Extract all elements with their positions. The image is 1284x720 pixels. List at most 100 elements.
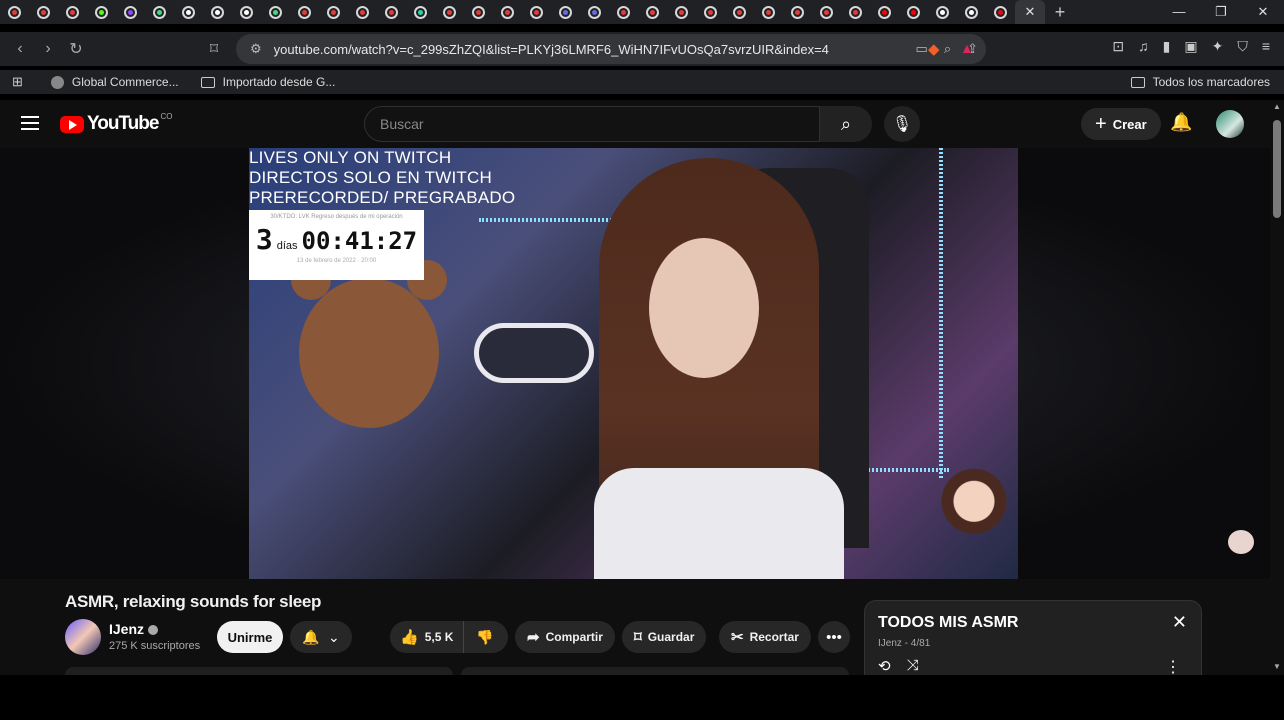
channel-name-row[interactable]: IJenz — [109, 621, 159, 637]
browser-tab[interactable] — [870, 0, 899, 24]
video-frame[interactable]: LIVES ONLY ON TWITCH DIRECTOS SOLO EN TW… — [249, 148, 1018, 579]
close-playlist-icon[interactable]: ✕ — [1172, 612, 1187, 633]
search-button[interactable]: ⌕ — [820, 106, 872, 142]
bookmark-imported[interactable]: Importado desde G... — [200, 75, 336, 89]
browser-tab[interactable] — [522, 0, 551, 24]
address-bar[interactable]: ⚙ youtube.com/watch?v=c_299sZhZQI&list=P… — [236, 34, 986, 64]
browser-tab[interactable] — [58, 0, 87, 24]
subscription-bell-button[interactable]: 🔔 ⌄ — [290, 621, 352, 653]
all-bookmarks[interactable]: Todos los marcadores — [1130, 75, 1270, 89]
tab-favicon-icon — [240, 5, 253, 19]
close-window-icon[interactable]: ✕ — [1242, 4, 1284, 20]
verified-icon — [148, 625, 159, 636]
new-tab-button[interactable]: + — [1045, 2, 1075, 23]
browser-tab[interactable] — [812, 0, 841, 24]
browser-tab[interactable] — [348, 0, 377, 24]
channel-avatar[interactable] — [65, 619, 101, 655]
scrollbar-thumb[interactable] — [1273, 120, 1281, 218]
browser-tab[interactable] — [319, 0, 348, 24]
active-tab[interactable]: ✕ — [1015, 0, 1045, 24]
browser-tab[interactable] — [290, 0, 319, 24]
bookmark-label: Importado desde G... — [222, 75, 336, 89]
save-button[interactable]: ⌑ Guardar — [622, 621, 707, 653]
scroll-down-icon[interactable]: ▼ — [1273, 662, 1281, 671]
create-button[interactable]: + Crear — [1081, 108, 1161, 140]
clip-button[interactable]: ✂ Recortar — [719, 621, 811, 653]
url-text[interactable]: youtube.com/watch?v=c_299sZhZQI&list=PLK… — [274, 42, 908, 57]
browser-tab[interactable] — [29, 0, 58, 24]
cast-icon[interactable]: ▭ — [916, 41, 928, 57]
wallet-icon[interactable]: ▣ — [1184, 38, 1197, 55]
browser-tab[interactable] — [957, 0, 986, 24]
browser-tab[interactable] — [928, 0, 957, 24]
browser-tab[interactable] — [783, 0, 812, 24]
tab-favicon-icon — [878, 5, 891, 19]
site-info-icon[interactable]: ⚙ — [250, 41, 262, 57]
music-icon[interactable]: ♫ — [1138, 38, 1149, 55]
rewards-icon[interactable]: ▲ — [960, 40, 974, 56]
notifications-bell-icon[interactable]: 🔔 — [1170, 112, 1192, 133]
bookmark-page-icon[interactable]: ⌑ — [200, 39, 228, 59]
browser-tab[interactable] — [203, 0, 232, 24]
more-actions-button[interactable]: ••• — [818, 621, 850, 653]
apps-icon[interactable]: ⊞ — [12, 74, 23, 90]
browser-tab[interactable] — [406, 0, 435, 24]
forward-icon[interactable]: › — [34, 40, 62, 58]
playlist-title[interactable]: TODOS MIS ASMR — [878, 614, 1018, 632]
thumbs-down-icon[interactable]: 👎 — [464, 629, 505, 646]
scroll-up-icon[interactable]: ▲ — [1273, 102, 1281, 111]
sidebar-icon[interactable]: ▮ — [1163, 38, 1171, 55]
menu-icon[interactable]: ≡ — [1262, 38, 1270, 55]
reload-icon[interactable]: ↻ — [62, 39, 90, 59]
bookmark-global-commerce[interactable]: Global Commerce... — [50, 75, 179, 89]
zoom-icon[interactable]: ⌕ — [944, 41, 951, 57]
browser-tab[interactable] — [725, 0, 754, 24]
browser-tab[interactable] — [377, 0, 406, 24]
youtube-logo[interactable]: YouTube CO — [60, 112, 172, 135]
avatar[interactable] — [1216, 110, 1244, 138]
tab-close-icon[interactable]: ✕ — [1025, 4, 1036, 20]
browser-tab[interactable] — [580, 0, 609, 24]
loop-icon[interactable]: ⟲ — [878, 657, 891, 675]
browser-tab[interactable] — [667, 0, 696, 24]
menu-burger-icon[interactable] — [21, 116, 39, 134]
like-dislike-group: 👍 5,5 K 👎 — [390, 621, 508, 653]
channel-name[interactable]: IJenz — [109, 621, 144, 637]
minimize-icon[interactable]: — — [1158, 4, 1200, 20]
playlist-more-icon[interactable]: ⋮ — [1165, 657, 1181, 677]
video-player[interactable]: LIVES ONLY ON TWITCH DIRECTOS SOLO EN TW… — [0, 148, 1270, 579]
browser-tab[interactable] — [87, 0, 116, 24]
search-input[interactable]: Buscar — [364, 106, 820, 142]
browser-tab[interactable] — [174, 0, 203, 24]
restore-icon[interactable]: ❐ — [1200, 4, 1242, 20]
back-icon[interactable]: ‹ — [6, 40, 34, 58]
browser-tab[interactable] — [754, 0, 783, 24]
browser-tab[interactable] — [696, 0, 725, 24]
browser-tab[interactable] — [232, 0, 261, 24]
browser-tab[interactable] — [0, 0, 29, 24]
brave-shield-icon[interactable]: ◆ — [928, 40, 940, 58]
browser-tab[interactable] — [986, 0, 1015, 24]
tab-favicon-icon — [791, 5, 804, 19]
browser-tab[interactable] — [841, 0, 870, 24]
screenshot-icon[interactable]: ⊡ — [1112, 38, 1124, 55]
shuffle-icon[interactable]: ⤨ — [907, 657, 919, 675]
browser-tab[interactable] — [464, 0, 493, 24]
browser-tab[interactable] — [261, 0, 290, 24]
like-button[interactable]: 👍 5,5 K — [390, 621, 465, 653]
browser-tab[interactable] — [116, 0, 145, 24]
voice-search-button[interactable]: 🎙 — [884, 106, 920, 142]
share-button[interactable]: ➦ Compartir — [515, 621, 615, 653]
browser-tab[interactable] — [145, 0, 174, 24]
browser-tab[interactable] — [493, 0, 522, 24]
join-button[interactable]: Unirme — [217, 621, 283, 653]
browser-tab[interactable] — [899, 0, 928, 24]
browser-tab[interactable] — [435, 0, 464, 24]
ai-icon[interactable]: ✦ — [1212, 38, 1224, 55]
tab-strip: ✕ + — ❐ ✕ — [0, 0, 1284, 24]
browser-tab[interactable] — [551, 0, 580, 24]
page-scrollbar[interactable]: ▲ ▼ — [1270, 100, 1284, 675]
browser-tab[interactable] — [609, 0, 638, 24]
browser-tab[interactable] — [638, 0, 667, 24]
vpn-icon[interactable]: ⛉ — [1237, 38, 1248, 55]
